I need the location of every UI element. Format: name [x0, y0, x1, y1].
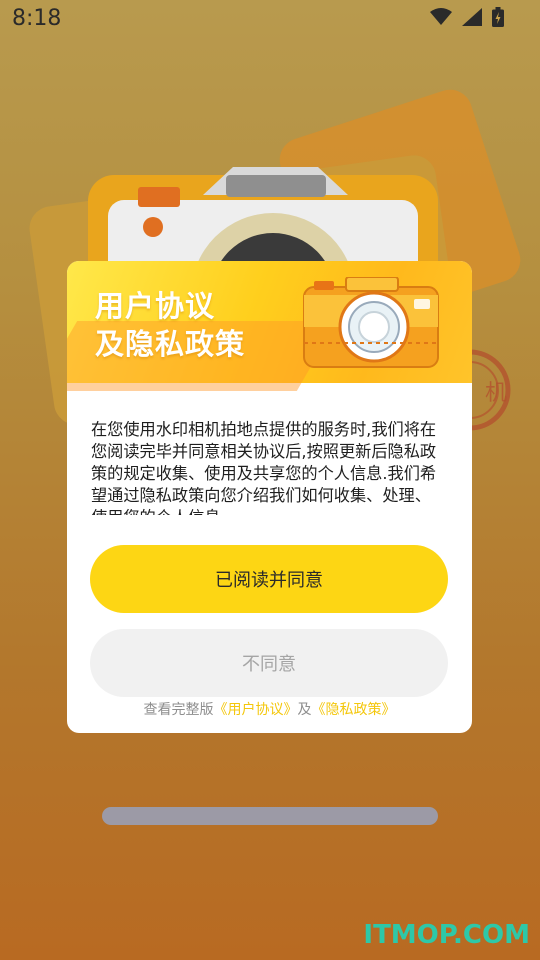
stamp-text: 机	[485, 381, 507, 406]
privacy-dialog: 用户协议 及隐私政策 在您使用水印相机拍地点提供的服务时,我们将在您阅读完毕并同…	[67, 261, 472, 733]
battery-icon	[492, 7, 504, 27]
dialog-header: 用户协议 及隐私政策	[67, 261, 472, 391]
dialog-title-line2: 及隐私政策	[95, 327, 246, 361]
status-bar: 8:18	[0, 0, 540, 36]
status-time: 8:18	[12, 6, 62, 31]
dialog-body-text[interactable]: 在您使用水印相机拍地点提供的服务时,我们将在您阅读完毕并同意相关协议后,按照更新…	[91, 419, 447, 515]
wifi-icon	[430, 8, 452, 25]
home-indicator[interactable]	[102, 807, 438, 825]
footer-connector: 及	[297, 702, 312, 718]
status-icons	[430, 7, 504, 27]
watermark: ITMOP.COM	[363, 920, 530, 950]
camera-icon	[303, 277, 439, 368]
disagree-button[interactable]: 不同意	[90, 629, 448, 697]
dialog-title: 用户协议 及隐私政策	[95, 287, 245, 363]
dialog-title-line1: 用户协议	[95, 289, 216, 323]
privacy-policy-link[interactable]: 《隐私政策》	[312, 702, 396, 718]
agree-button[interactable]: 已阅读并同意	[90, 545, 448, 613]
user-agreement-link[interactable]: 《用户协议》	[214, 702, 298, 718]
footer-links: 查看完整版《用户协议》及《隐私政策》	[67, 699, 472, 719]
footer-prefix: 查看完整版	[143, 702, 214, 718]
signal-icon	[462, 8, 482, 26]
